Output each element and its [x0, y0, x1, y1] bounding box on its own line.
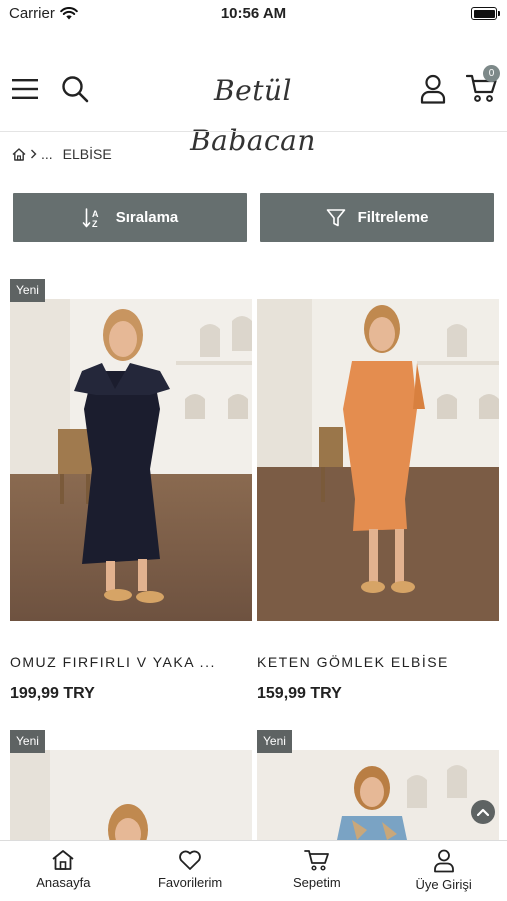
chevron-right-icon — [31, 149, 37, 159]
account-button[interactable] — [416, 72, 450, 106]
tab-login[interactable]: Üye Girişi — [380, 841, 507, 901]
user-icon — [433, 849, 454, 873]
new-tag: Yeni — [10, 730, 45, 753]
home-icon[interactable] — [12, 147, 26, 161]
sort-label: Sıralama — [115, 209, 179, 226]
tab-home[interactable]: Anasayfa — [0, 841, 127, 901]
tab-cart-label: Sepetim — [293, 875, 341, 890]
product-image[interactable] — [10, 750, 252, 840]
heart-icon — [179, 850, 201, 870]
scroll-to-top-button[interactable] — [471, 800, 495, 824]
status-bar: Carrier 10:56 AM — [0, 0, 507, 30]
product-card[interactable]: KETEN GÖMLEK ELBİSE 159,99 TRY — [257, 299, 499, 719]
tab-favorites[interactable]: Favorilerim — [127, 841, 254, 901]
brand-logo[interactable]: Betül Babacan — [150, 66, 356, 157]
product-image[interactable] — [10, 299, 252, 621]
hamburger-menu-icon — [12, 79, 38, 99]
new-tag: Yeni — [10, 279, 45, 302]
app-header: Betül Babacan 0 — [0, 58, 507, 157]
product-image[interactable] — [257, 299, 499, 621]
header-divider — [0, 131, 507, 132]
filter-funnel-icon — [326, 208, 345, 226]
bottom-tab-bar: Anasayfa Favorilerim Sepetim Üye Girişi — [0, 840, 507, 901]
clock: 10:56 AM — [220, 5, 287, 22]
tab-favorites-label: Favorilerim — [157, 875, 223, 890]
cart-icon — [303, 850, 329, 871]
svg-text:A: A — [92, 209, 99, 219]
filter-button[interactable]: Filtreleme — [260, 193, 494, 242]
cart-count-badge: 0 — [483, 65, 500, 82]
product-price: 159,99 TRY — [257, 685, 342, 702]
home-icon — [52, 850, 74, 870]
product-name[interactable]: OMUZ FIRFIRLI V YAKA ... — [10, 654, 216, 670]
breadcrumb-current: ELBİSE — [62, 146, 112, 162]
menu-button[interactable] — [8, 72, 42, 106]
filter-label: Filtreleme — [357, 209, 429, 226]
tab-login-label: Üye Girişi — [415, 877, 472, 892]
product-image[interactable] — [257, 750, 499, 840]
sort-az-icon: A Z — [82, 207, 99, 229]
user-icon — [420, 74, 446, 104]
product-card[interactable]: Yeni — [257, 730, 499, 840]
breadcrumb: ... ELBİSE — [12, 146, 112, 162]
product-card[interactable]: Yeni OMUZ FIRFIRLI V YAKA ... 199,99 TRY — [10, 279, 252, 719]
svg-text:Z: Z — [92, 219, 98, 229]
product-name[interactable]: KETEN GÖMLEK ELBİSE — [257, 654, 449, 670]
chevron-up-icon — [477, 808, 489, 816]
tab-cart[interactable]: Sepetim — [254, 841, 381, 901]
search-button[interactable] — [58, 72, 92, 106]
product-card[interactable]: Yeni — [10, 730, 252, 840]
product-price: 199,99 TRY — [10, 685, 95, 702]
tab-home-label: Anasayfa — [36, 875, 91, 890]
breadcrumb-ellipsis[interactable]: ... — [41, 146, 53, 162]
sort-button[interactable]: A Z Sıralama — [13, 193, 247, 242]
search-icon — [62, 76, 89, 103]
new-tag: Yeni — [257, 730, 292, 753]
battery-icon — [471, 7, 500, 20]
